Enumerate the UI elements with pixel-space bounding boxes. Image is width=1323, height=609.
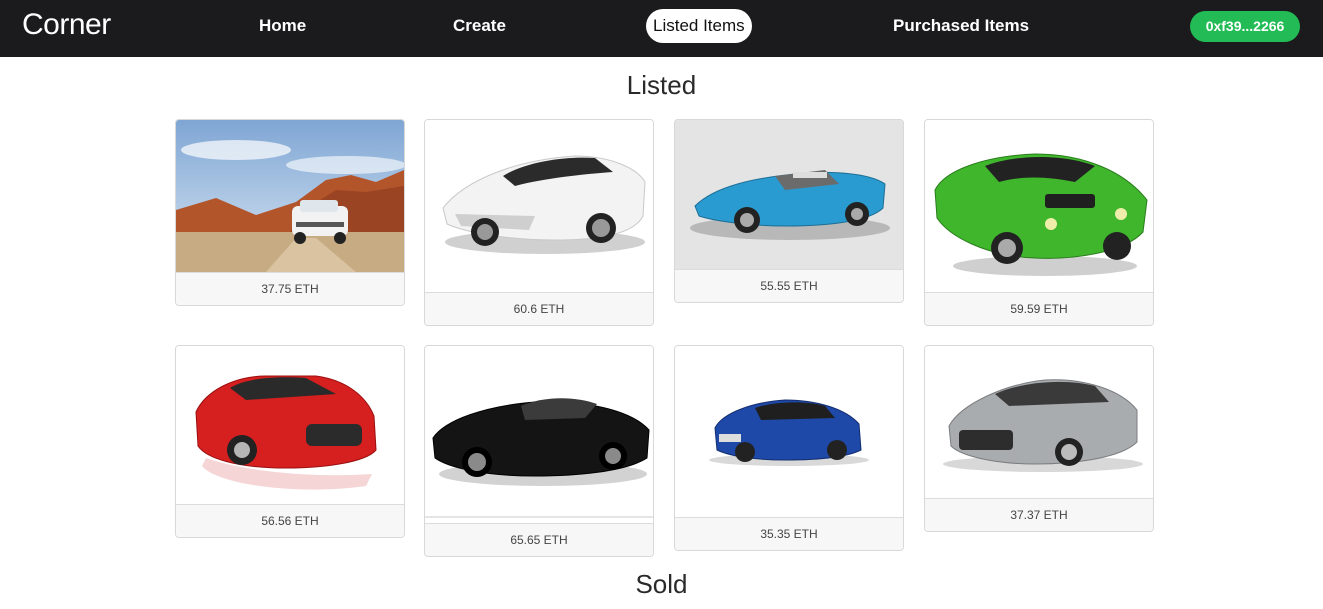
- listed-item-card[interactable]: 59.59 ETH: [924, 119, 1154, 326]
- silver-sedan-image: [925, 346, 1153, 498]
- listed-item-card[interactable]: 60.6 ETH: [424, 119, 654, 326]
- item-price: 37.37 ETH: [925, 498, 1153, 531]
- white-suv-desert-image: [176, 120, 404, 272]
- item-price: 35.35 ETH: [675, 517, 903, 550]
- listed-item-card[interactable]: 65.65 ETH: [424, 345, 654, 557]
- nav-link-purchased-items[interactable]: Purchased Items: [887, 9, 1035, 43]
- red-sedan-image: [176, 346, 404, 504]
- section-title-sold: Sold: [635, 569, 688, 599]
- nav-link-create[interactable]: Create: [447, 9, 512, 43]
- listed-item-card[interactable]: 37.75 ETH: [175, 119, 405, 306]
- nav-link-listed-items[interactable]: Listed Items: [646, 9, 752, 43]
- green-classic-sports-car-image: [925, 120, 1153, 292]
- item-price: 65.65 ETH: [425, 523, 653, 556]
- listed-item-card[interactable]: 37.37 ETH: [924, 345, 1154, 532]
- item-price: 56.56 ETH: [176, 504, 404, 537]
- blue-convertible-sports-car-image: [675, 120, 903, 269]
- black-supercar-image: [425, 346, 653, 523]
- item-price: 55.55 ETH: [675, 269, 903, 302]
- blue-sedan-image: [675, 346, 903, 517]
- wallet-address-button[interactable]: 0xf39...2266: [1190, 11, 1300, 42]
- item-price: 37.75 ETH: [176, 272, 404, 305]
- listed-item-card[interactable]: 55.55 ETH: [674, 119, 904, 303]
- listed-item-card[interactable]: 56.56 ETH: [175, 345, 405, 538]
- white-sports-car-image: [425, 120, 653, 292]
- item-price: 60.6 ETH: [425, 292, 653, 325]
- brand-logo[interactable]: Corner: [22, 8, 111, 42]
- item-price: 59.59 ETH: [925, 292, 1153, 325]
- listed-item-card[interactable]: 35.35 ETH: [674, 345, 904, 551]
- section-title-listed: Listed: [626, 70, 697, 100]
- top-navbar: Corner Home Create Listed Items Purchase…: [0, 0, 1323, 57]
- nav-link-home[interactable]: Home: [253, 9, 312, 43]
